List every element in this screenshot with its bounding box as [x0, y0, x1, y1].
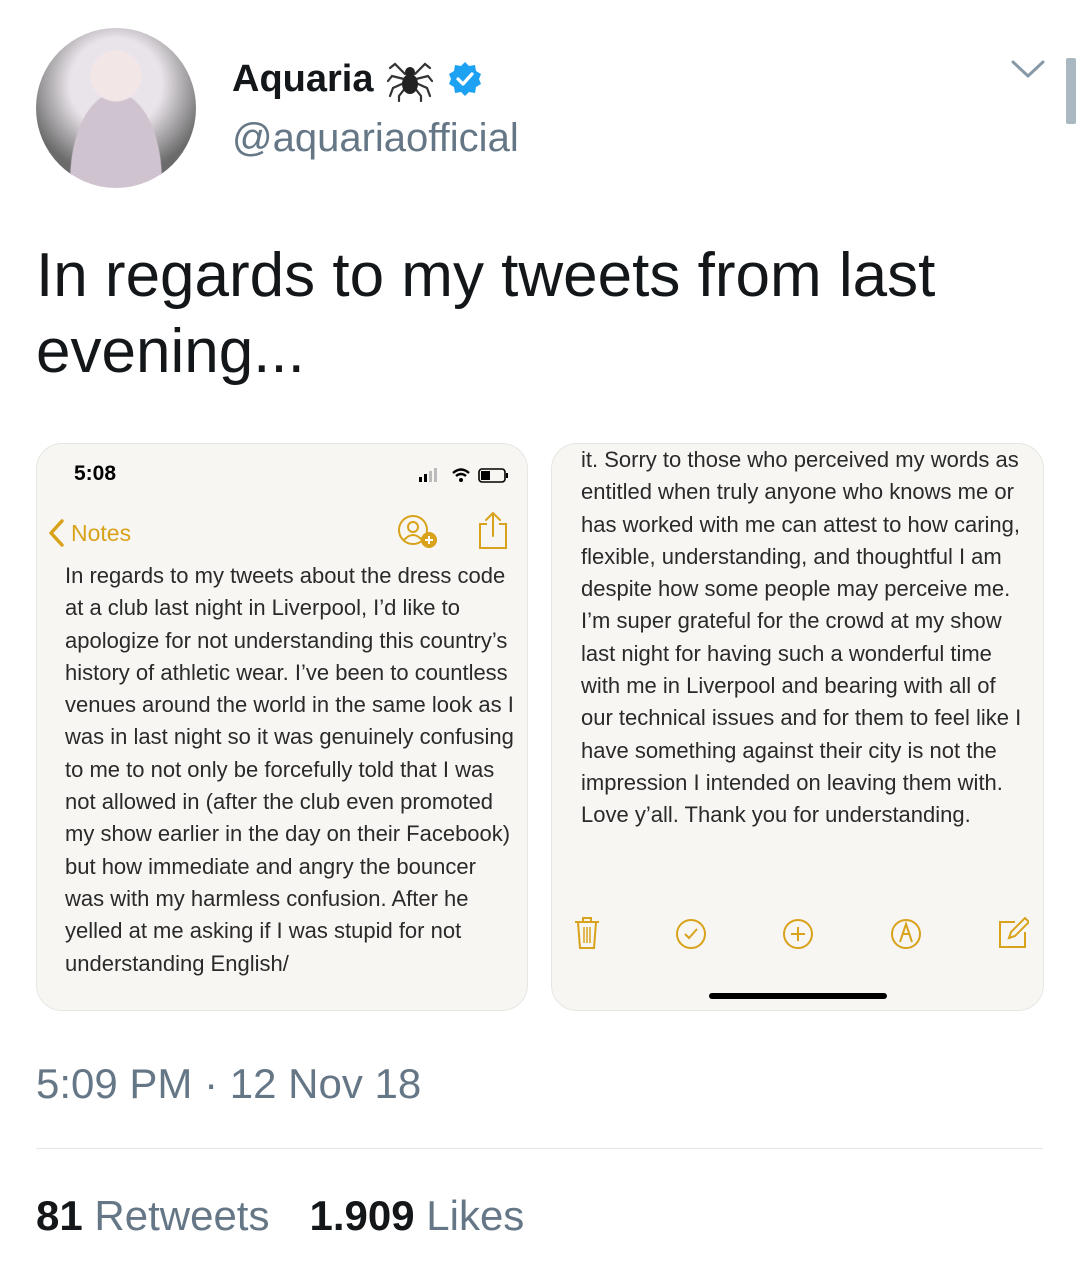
trash-icon[interactable]: [574, 916, 600, 950]
retweets-label: Retweets: [94, 1192, 270, 1239]
tweet-timestamp[interactable]: 5:09 PM · 12 Nov 18: [36, 1060, 421, 1108]
add-icon[interactable]: [782, 918, 814, 950]
avatar[interactable]: [36, 28, 196, 188]
likes-label: Likes: [426, 1192, 525, 1239]
notes-toolbar: [552, 916, 1043, 956]
notes-back-button[interactable]: Notes: [47, 518, 131, 548]
back-chevron-icon: [49, 519, 64, 547]
tweet-text: In regards to my tweets from last evenin…: [36, 241, 936, 386]
checklist-icon[interactable]: [675, 918, 707, 950]
scrollbar[interactable]: [1066, 58, 1076, 124]
attached-image-1[interactable]: 5:08 Notes In regards to my tweets about…: [36, 443, 528, 1011]
author-row: Aquaria: [232, 56, 483, 102]
markup-icon[interactable]: [890, 918, 922, 950]
likes-count: 1.909: [309, 1192, 415, 1239]
home-indicator: [709, 993, 887, 999]
share-icon[interactable]: [477, 510, 509, 550]
notes-back-label: Notes: [71, 519, 132, 546]
status-bar-icons: [419, 468, 508, 483]
chevron-down-icon[interactable]: [1010, 58, 1046, 82]
status-bar-time: 5:08: [74, 462, 117, 485]
spider-icon: [387, 62, 434, 102]
tweet-stats: 81 Retweets 1.909 Likes: [36, 1192, 524, 1240]
compose-icon[interactable]: [997, 916, 1029, 950]
verified-badge-icon: [449, 62, 482, 96]
retweets-count: 81: [36, 1192, 83, 1239]
add-person-icon[interactable]: [397, 514, 439, 550]
author-name[interactable]: Aquaria: [232, 58, 373, 101]
likes-stat[interactable]: 1.909 Likes: [309, 1192, 524, 1240]
attached-image-2[interactable]: it. Sorry to those who perceived my word…: [551, 443, 1044, 1011]
author-handle[interactable]: @aquariaofficial: [232, 116, 519, 161]
note-body-text: In regards to my tweets about the dress …: [65, 563, 514, 976]
note-body-text: it. Sorry to those who perceived my word…: [581, 447, 1022, 828]
divider: [36, 1148, 1043, 1149]
retweets-stat[interactable]: 81 Retweets: [36, 1192, 269, 1240]
